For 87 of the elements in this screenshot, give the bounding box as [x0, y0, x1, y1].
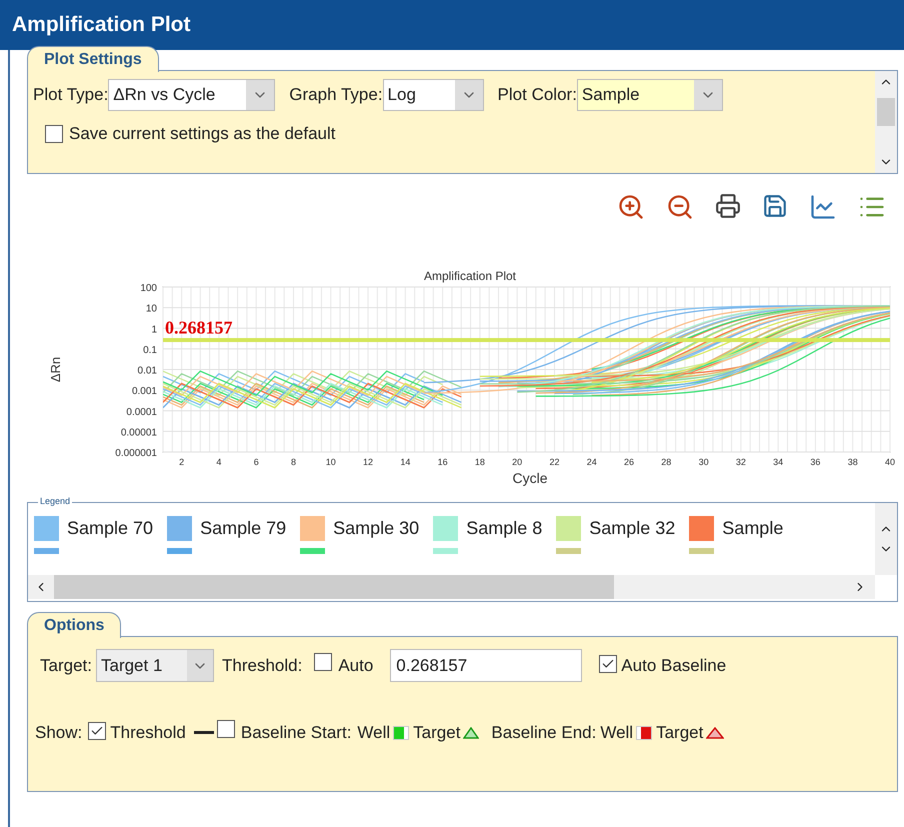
chart-title: Amplification Plot — [424, 269, 516, 283]
x-axis-label: Cycle — [512, 470, 548, 486]
y-tick-label: 0.0001 — [126, 406, 157, 418]
vertical-scrollbar[interactable] — [875, 71, 897, 173]
dropdown[interactable]: Log — [382, 79, 484, 111]
checkbox-label: Baseline Start: — [240, 722, 352, 744]
x-tick-label: 4 — [216, 457, 222, 467]
y-tick-label: 0.00001 — [120, 427, 157, 438]
x-tick-label: 38 — [848, 457, 858, 467]
horizontal-scrollbar[interactable] — [28, 575, 875, 599]
checkbox[interactable] — [216, 720, 235, 738]
dropdown[interactable]: Sample — [576, 79, 723, 111]
x-tick-label: 6 — [254, 457, 259, 467]
vertical-scrollbar[interactable] — [875, 503, 897, 575]
legend-title: Legend — [38, 495, 72, 508]
x-tick-label: 40 — [885, 457, 895, 467]
legend-label: Sample 70 — [67, 517, 154, 540]
zoom-out-icon[interactable] — [666, 193, 694, 221]
zoom-in-icon[interactable] — [617, 193, 645, 221]
legend-label: Sample 32 — [589, 517, 676, 540]
x-tick-label: 18 — [474, 457, 485, 467]
field-label: Baseline End: — [491, 722, 596, 744]
scroll-thumb[interactable] — [877, 98, 895, 126]
x-tick-label: 2 — [179, 457, 184, 467]
save-icon[interactable] — [762, 193, 788, 219]
x-tick-label: 14 — [400, 457, 410, 467]
legend-label: Well — [600, 722, 634, 744]
legend-label: Target — [413, 722, 460, 744]
y-tick-label: 0.01 — [138, 366, 157, 376]
legend-label: Sample 79 — [200, 517, 286, 540]
y-tick-label: 0.1 — [143, 344, 157, 356]
legend-label: Sample — [722, 517, 784, 540]
legend-label: Sample 30 — [333, 517, 420, 540]
checkbox[interactable] — [314, 652, 332, 671]
checkbox-label: Auto — [338, 654, 374, 677]
x-tick-label: 28 — [661, 457, 672, 467]
x-tick-label: 30 — [698, 457, 709, 467]
checkbox[interactable] — [599, 654, 618, 673]
x-tick-label: 24 — [586, 457, 597, 467]
x-tick-label: 26 — [624, 457, 634, 467]
field-label: Threshold: — [222, 654, 302, 677]
checkbox-label: Auto Baseline — [621, 654, 726, 677]
line-chart-icon[interactable] — [809, 193, 837, 221]
y-axis-label: ΔRn — [48, 356, 63, 382]
plot-settings-tab[interactable]: Plot Settings — [27, 46, 159, 72]
triangle-icon — [706, 726, 724, 739]
field-label: Show: — [35, 722, 82, 744]
legend-label: Target — [656, 722, 704, 744]
checkbox-label: Threshold — [110, 722, 186, 744]
dropdown-value: Log — [386, 84, 417, 106]
x-tick-label: 20 — [512, 457, 522, 467]
x-tick-label: 36 — [810, 457, 820, 467]
x-tick-label: 22 — [549, 457, 560, 467]
field-label: Graph Type: — [289, 84, 383, 106]
triangle-icon — [463, 726, 480, 739]
y-tick-label: 0.001 — [132, 386, 157, 398]
y-tick-label: 100 — [140, 283, 157, 294]
threshold-field[interactable]: 0.268157 — [390, 649, 582, 682]
checkbox-label: Save current settings as the default — [69, 123, 336, 145]
field-label: Plot Color: — [498, 84, 577, 106]
y-tick-label: 0.000001 — [115, 448, 157, 459]
field-label: Plot Type: — [33, 84, 108, 106]
dropdown-value: ΔRn vs Cycle — [112, 84, 216, 106]
well-marker-icon — [636, 726, 652, 740]
well-marker-icon — [393, 726, 410, 740]
x-tick-label: 34 — [773, 457, 784, 467]
window-title: Amplification Plot — [12, 12, 190, 38]
x-tick-label: 10 — [326, 457, 336, 467]
legend-label: Well — [357, 722, 390, 744]
threshold-value: 0.268157 — [165, 317, 232, 338]
x-tick-label: 16 — [438, 457, 448, 467]
legend-label: Sample 8 — [466, 517, 542, 540]
scroll-thumb[interactable] — [54, 575, 614, 599]
y-tick-label: 1 — [151, 324, 157, 336]
y-tick-label: 10 — [146, 304, 157, 315]
target-dropdown[interactable]: Target 1 — [96, 649, 214, 682]
threshold-line-icon — [194, 731, 214, 734]
dropdown-value: Sample — [580, 84, 641, 106]
dropdown[interactable]: ΔRn vs Cycle — [108, 79, 276, 111]
field-label: Target: — [40, 654, 92, 677]
options-tab[interactable]: Options — [27, 612, 122, 638]
x-tick-label: 8 — [290, 457, 296, 467]
x-tick-label: 32 — [736, 457, 746, 467]
printer-icon[interactable] — [715, 193, 741, 219]
x-tick-label: 12 — [363, 457, 374, 467]
checkbox[interactable] — [88, 722, 106, 740]
checkbox[interactable] — [45, 124, 63, 143]
